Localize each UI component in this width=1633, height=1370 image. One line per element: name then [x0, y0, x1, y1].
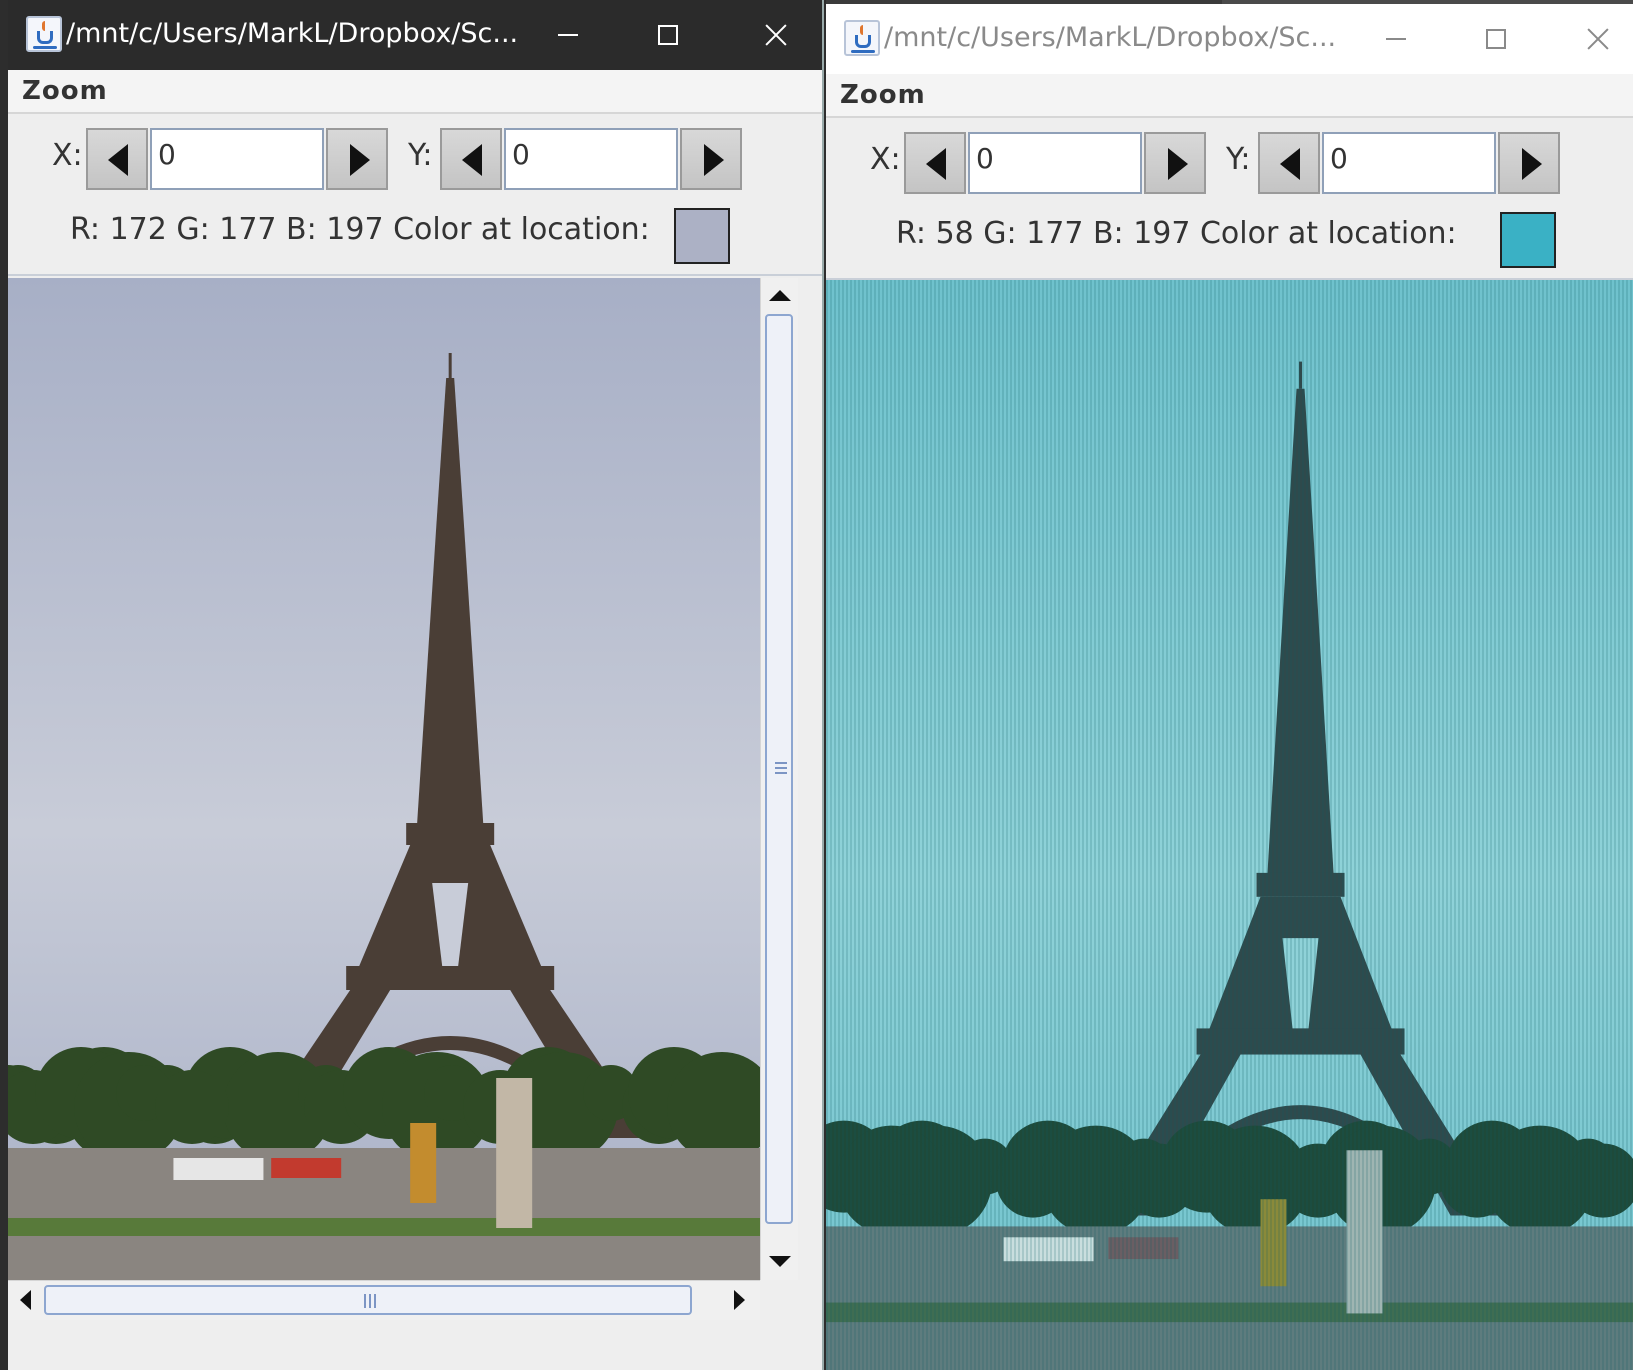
vertical-scrollbar[interactable] — [760, 278, 798, 1280]
window-title: /mnt/c/Users/MarkL/Dropbox/Sc... — [66, 18, 519, 49]
eiffel-tower-picture — [8, 278, 760, 1280]
y-input[interactable]: 0 — [1322, 132, 1496, 194]
maximize-icon — [658, 25, 678, 45]
coordinate-panel: X: 0 Y: 0 R: 172 G: 177 B: 197 Color at … — [8, 116, 822, 276]
menu-zoom[interactable]: Zoom — [840, 80, 926, 110]
left-arrow-icon — [1280, 148, 1300, 180]
close-icon — [765, 24, 787, 46]
title-bar[interactable]: /mnt/c/Users/MarkL/Dropbox/Sc... — [8, 0, 822, 70]
x-prev-button[interactable] — [86, 128, 148, 190]
menu-bar: Zoom — [8, 70, 822, 114]
java-icon — [26, 16, 62, 52]
y-next-button[interactable] — [680, 128, 742, 190]
x-label: X: — [52, 138, 83, 173]
close-button[interactable] — [1548, 4, 1633, 74]
horizontal-scroll-thumb[interactable] — [44, 1285, 692, 1315]
right-arrow-icon — [1522, 148, 1542, 180]
y-label: Y: — [1226, 142, 1251, 177]
right-arrow-icon — [350, 144, 370, 176]
right-arrow-icon — [704, 144, 724, 176]
scroll-down-icon[interactable] — [769, 1256, 791, 1267]
maximize-button[interactable] — [1446, 4, 1546, 74]
maximize-icon — [1486, 29, 1506, 49]
left-arrow-icon — [108, 144, 128, 176]
maximize-button[interactable] — [618, 0, 718, 70]
horizontal-scrollbar[interactable] — [8, 1280, 798, 1320]
scroll-up-icon[interactable] — [769, 290, 791, 301]
x-next-button[interactable] — [326, 128, 388, 190]
close-button[interactable] — [726, 0, 822, 70]
menu-zoom[interactable]: Zoom — [22, 76, 108, 106]
picture-viewport[interactable] — [826, 280, 1633, 1370]
color-swatch — [674, 208, 730, 264]
picture-explorer-window-modified: /mnt/c/Users/MarkL/Dropbox/Sc... Zoom X:… — [826, 4, 1633, 1370]
minimize-button[interactable] — [1346, 4, 1446, 74]
x-prev-button[interactable] — [904, 132, 966, 194]
scroll-left-icon[interactable] — [20, 1290, 31, 1310]
left-arrow-icon — [462, 144, 482, 176]
x-label: X: — [870, 142, 901, 177]
y-label: Y: — [408, 138, 433, 173]
x-next-button[interactable] — [1144, 132, 1206, 194]
y-prev-button[interactable] — [440, 128, 502, 190]
x-input[interactable]: 0 — [150, 128, 324, 190]
minimize-button[interactable] — [518, 0, 618, 70]
eiffel-tower-picture — [826, 280, 1633, 1370]
y-input[interactable]: 0 — [504, 128, 678, 190]
right-arrow-icon — [1168, 148, 1188, 180]
close-icon — [1587, 28, 1609, 50]
vertical-scroll-thumb[interactable] — [765, 314, 793, 1224]
title-bar[interactable]: /mnt/c/Users/MarkL/Dropbox/Sc... — [826, 4, 1633, 74]
coordinate-panel: X: 0 Y: 0 R: 58 G: 177 B: 197 Color at l… — [826, 120, 1633, 280]
window-title: /mnt/c/Users/MarkL/Dropbox/Sc... — [884, 22, 1337, 53]
scroll-right-icon[interactable] — [734, 1290, 745, 1310]
left-arrow-icon — [926, 148, 946, 180]
picture-viewport[interactable] — [8, 278, 760, 1280]
color-readout: R: 172 G: 177 B: 197 Color at location: — [70, 212, 650, 247]
y-next-button[interactable] — [1498, 132, 1560, 194]
minimize-icon — [1386, 38, 1406, 40]
y-prev-button[interactable] — [1258, 132, 1320, 194]
color-swatch — [1500, 212, 1556, 268]
java-icon — [844, 20, 880, 56]
picture-explorer-window-original: /mnt/c/Users/MarkL/Dropbox/Sc... Zoom X:… — [8, 0, 824, 1370]
x-input[interactable]: 0 — [968, 132, 1142, 194]
color-readout: R: 58 G: 177 B: 197 Color at location: — [896, 216, 1457, 251]
minimize-icon — [558, 34, 578, 36]
scroll-corner — [760, 1280, 798, 1320]
menu-bar: Zoom — [826, 74, 1633, 118]
